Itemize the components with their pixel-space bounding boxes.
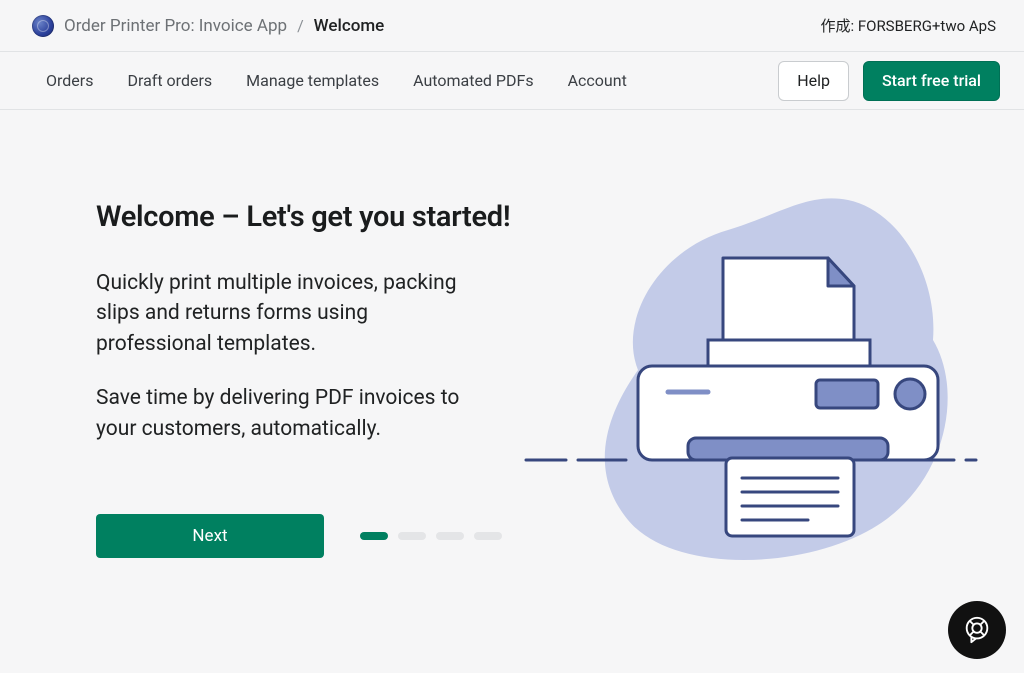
breadcrumb-app-name[interactable]: Order Printer Pro: Invoice App (64, 16, 287, 36)
breadcrumb-current: Welcome (314, 16, 385, 36)
creator-name: FORSBERG+two ApS (858, 17, 996, 35)
creator-prefix: 作成: (820, 17, 854, 35)
progress-dot-2[interactable] (398, 532, 426, 540)
life-ring-chat-icon (962, 615, 992, 645)
welcome-paragraph-1: Quickly print multiple invoices, packing… (96, 268, 476, 359)
nav-automated-pdfs[interactable]: Automated PDFs (413, 71, 534, 90)
breadcrumb-bar: Order Printer Pro: Invoice App / Welcome… (0, 0, 1024, 52)
nav-actions: Help Start free trial (778, 61, 1000, 101)
nav-manage-templates[interactable]: Manage templates (246, 71, 379, 90)
nav-draft-orders[interactable]: Draft orders (127, 71, 212, 90)
app-logo-icon (32, 15, 54, 37)
nav-bar: Orders Draft orders Manage templates Aut… (0, 52, 1024, 110)
progress-dots (360, 532, 502, 540)
breadcrumb: Order Printer Pro: Invoice App / Welcome (32, 15, 384, 37)
nav-account[interactable]: Account (568, 71, 627, 90)
welcome-paragraph-2: Save time by delivering PDF invoices to … (96, 383, 476, 444)
printer-icon (518, 180, 978, 580)
start-free-trial-button[interactable]: Start free trial (863, 61, 1000, 101)
help-button[interactable]: Help (778, 61, 849, 101)
next-button[interactable]: Next (96, 514, 324, 558)
printer-illustration (518, 180, 978, 580)
breadcrumb-separator: / (297, 16, 304, 35)
progress-dot-1[interactable] (360, 532, 388, 540)
nav-links: Orders Draft orders Manage templates Aut… (46, 71, 627, 90)
nav-orders[interactable]: Orders (46, 71, 93, 90)
chat-help-button[interactable] (948, 601, 1006, 659)
welcome-main: Welcome – Let's get you started! Quickly… (0, 110, 1024, 558)
progress-dot-4[interactable] (474, 532, 502, 540)
creator-label: 作成: FORSBERG+two ApS (820, 15, 996, 36)
progress-dot-3[interactable] (436, 532, 464, 540)
